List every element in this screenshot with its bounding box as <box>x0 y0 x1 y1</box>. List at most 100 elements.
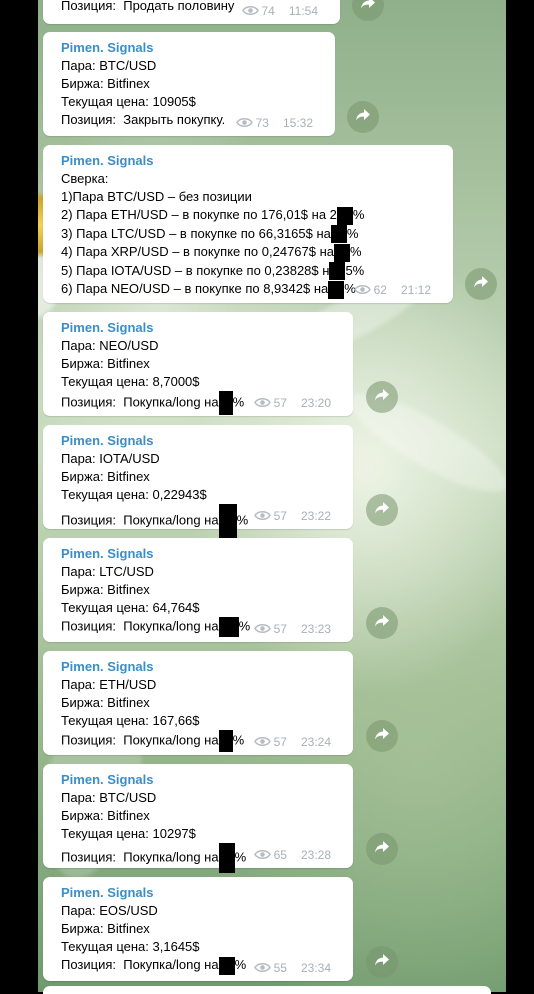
message-time: 23:20 <box>300 396 331 411</box>
eye-icon <box>253 622 271 638</box>
message-line: Биржа: Bitfinex <box>61 469 150 484</box>
message-line: Текущая цена: 3,1645$ <box>61 939 200 954</box>
message-meta: 57 23:24 <box>253 734 331 751</box>
share-button[interactable] <box>366 607 398 639</box>
message-meta: 73 15:32 <box>235 115 313 132</box>
message-bubble[interactable]: Pimen. Signals Сверка: 1)Пара BTC/USD – … <box>43 145 453 303</box>
sender-name[interactable]: Pimen. Signals <box>61 152 441 170</box>
message-meta: 57 23:20 <box>253 395 331 412</box>
message-line: Пара: EOS/USD <box>61 903 158 918</box>
message-line: Пара: NEO/USD <box>61 338 159 353</box>
eye-icon <box>253 396 271 412</box>
message-line: Пара: IOTA/USD <box>61 451 160 466</box>
eye-icon <box>253 735 271 751</box>
message-line: Пара: LTC/USD <box>61 564 154 579</box>
share-button[interactable] <box>347 101 379 133</box>
view-count: 57 <box>273 622 287 637</box>
eye-icon <box>253 848 271 864</box>
message-time: 23:23 <box>300 622 331 637</box>
message-bubble[interactable]: Pimen. Signals Пара: BTC/USD Биржа: Bitf… <box>43 32 335 136</box>
message-line: Биржа: Bitfinex <box>61 76 150 91</box>
message-line: Пара: ETH/USD <box>61 677 157 692</box>
message-line: 3) Пара LTC/USD – в покупке по 66,3165$ … <box>61 225 441 244</box>
view-count: 57 <box>273 396 287 411</box>
eye-icon <box>253 961 271 977</box>
message-line: Текущая цена: 10297$ <box>61 826 196 841</box>
share-button[interactable] <box>366 946 398 978</box>
eye-icon <box>353 283 371 299</box>
share-arrow-icon <box>355 108 371 127</box>
message-meta: 55 23:34 <box>253 960 331 977</box>
sender-name[interactable]: Pimen. Signals <box>61 39 323 57</box>
eye-icon <box>235 116 253 132</box>
share-arrow-icon <box>374 388 390 407</box>
message-line: Текущая цена: 8,7000$ <box>61 374 200 389</box>
view-count: 65 <box>273 848 287 863</box>
message-line: Биржа: Bitfinex <box>61 582 150 597</box>
redacted-value <box>329 262 346 281</box>
redacted-value <box>334 243 351 262</box>
message-time: 11:54 <box>288 4 318 19</box>
message-line: Пара: BTC/USD <box>61 790 157 805</box>
share-arrow-icon <box>374 840 390 859</box>
share-arrow-icon <box>374 501 390 520</box>
share-arrow-icon <box>374 727 390 746</box>
view-count: 57 <box>273 509 287 524</box>
message-bubble[interactable]: Позиция: Продать половину 74 11:54 <box>43 0 340 24</box>
share-arrow-icon <box>374 953 390 972</box>
message-bubble[interactable]: Pimen. Signals Пара: IOTA/USD Биржа: Bit… <box>43 425 353 538</box>
message-meta: 62 21:12 <box>353 282 431 299</box>
message-line: Биржа: Bitfinex <box>61 808 150 823</box>
share-button[interactable] <box>366 494 398 526</box>
sender-name[interactable]: Pimen. Signals <box>61 658 341 676</box>
message-meta: 65 23:28 <box>253 847 331 864</box>
redacted-value <box>330 225 347 244</box>
redacted-value <box>328 280 345 299</box>
view-count: 57 <box>273 735 287 750</box>
sender-name[interactable]: Pimen. Signals <box>61 319 341 337</box>
message-meta: 57 23:23 <box>253 621 331 638</box>
message-line: Биржа: Bitfinex <box>61 921 150 936</box>
sender-name[interactable]: Pimen. Signals <box>61 884 341 902</box>
message-line: 4) Пара XRP/USD – в покупке по 0,24767$ … <box>61 243 441 262</box>
eye-icon <box>241 4 259 20</box>
eye-icon <box>253 509 271 525</box>
message-meta: 74 11:54 <box>241 3 318 20</box>
share-button[interactable] <box>366 720 398 752</box>
message-line: Биржа: Bitfinex <box>61 356 150 371</box>
view-count: 62 <box>373 283 387 298</box>
share-arrow-icon <box>360 0 376 15</box>
share-arrow-icon <box>473 275 489 294</box>
redacted-value <box>336 206 353 225</box>
message-bubble[interactable]: Pimen. Signals Пара: NEO/USD Биржа: Bitf… <box>43 312 353 416</box>
message-time: 21:12 <box>400 283 431 298</box>
message-bubble[interactable]: Pimen. Signals Пара: ETH/USD Биржа: Bitf… <box>43 651 353 755</box>
redacted-value <box>218 843 235 873</box>
sender-name[interactable]: Pimen. Signals <box>61 771 341 789</box>
share-button[interactable] <box>366 833 398 865</box>
message-line: Сверка: <box>61 171 109 186</box>
share-button[interactable] <box>465 268 497 300</box>
message-time: 23:34 <box>300 961 331 976</box>
sender-name[interactable]: Pimen. Signals <box>61 545 341 563</box>
message-line: Биржа: Bitfinex <box>61 695 150 710</box>
share-button[interactable] <box>366 381 398 413</box>
view-count: 73 <box>255 116 269 131</box>
redacted-value <box>218 730 233 752</box>
sender-name[interactable]: Pimen. Signals <box>61 432 341 450</box>
message-line: 1)Пара BTC/USD – без позиции <box>61 189 252 204</box>
message-line: Текущая цена: 0,22943$ <box>61 487 207 502</box>
message-time: 23:22 <box>300 509 331 524</box>
redacted-value <box>218 617 239 637</box>
message-time: 23:28 <box>300 848 331 863</box>
message-bubble[interactable]: Pimen. Signals Пара: EOS/USD Биржа: Bitf… <box>43 877 353 981</box>
message-line: Текущая цена: 167,66$ <box>61 713 200 728</box>
message-line: 5) Пара IOTA/USD – в покупке по 0,23828$… <box>61 262 441 281</box>
next-message-bubble[interactable] <box>43 986 491 994</box>
message-bubble[interactable]: Pimen. Signals Пара: LTC/USD Биржа: Bitf… <box>43 538 353 642</box>
message-bubble[interactable]: Pimen. Signals Пара: BTC/USD Биржа: Bitf… <box>43 764 353 873</box>
redacted-value <box>218 391 233 415</box>
message-line: Текущая цена: 10905$ <box>61 94 196 109</box>
redacted-value <box>218 956 235 975</box>
redacted-value <box>218 504 237 538</box>
